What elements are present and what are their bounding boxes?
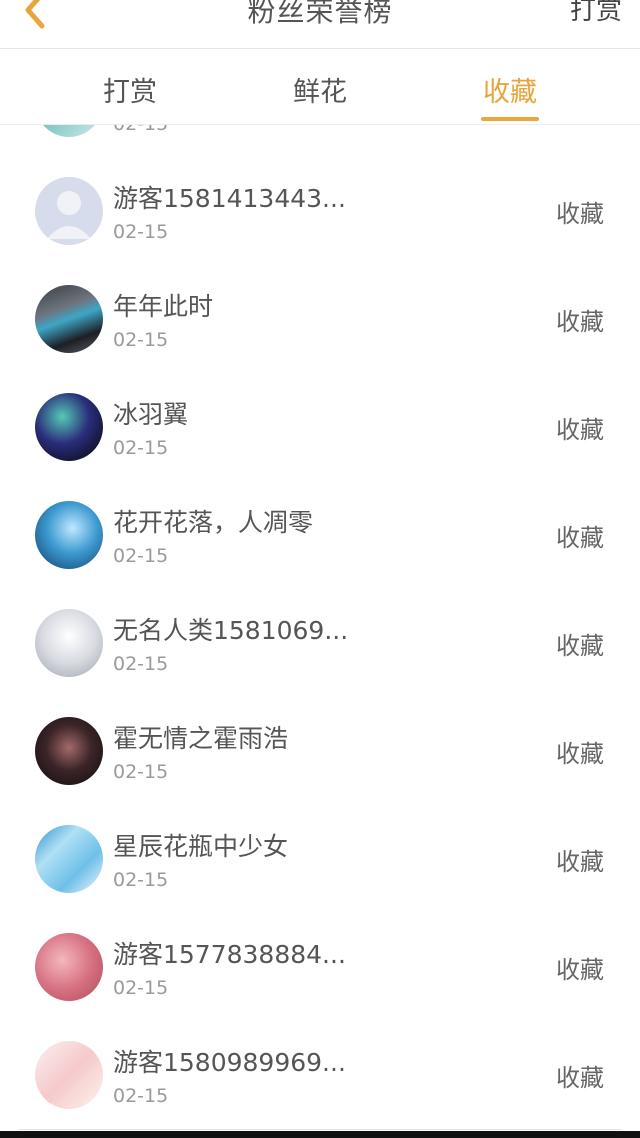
list-item[interactable]: 无名人类1581069... 02-15 收藏 <box>18 589 622 698</box>
item-action-label: 收藏 <box>556 200 604 228</box>
item-action-label: 收藏 <box>556 956 604 984</box>
user-name: 花开花落，人凋零 <box>113 508 314 537</box>
avatar <box>35 177 103 245</box>
fan-list[interactable]: 02-15 游客1581413443... 02-15 收藏 年年此时 02-1… <box>0 125 640 1131</box>
default-user-icon <box>47 191 91 239</box>
item-date: 02-15 <box>113 221 169 243</box>
item-action-label: 收藏 <box>556 740 604 768</box>
item-action-label: 收藏 <box>556 1064 604 1092</box>
list-item[interactable]: 游客1577838884... 02-15 收藏 <box>18 913 622 1022</box>
avatar <box>35 393 103 461</box>
item-action-label: 收藏 <box>556 308 604 336</box>
item-date: 02-15 <box>113 653 169 675</box>
item-action-label: 收藏 <box>556 848 604 876</box>
avatar <box>35 125 103 137</box>
user-name: 游客1581413443... <box>113 184 346 213</box>
header-bar: 粉丝荣誉榜 打赏 <box>0 0 640 49</box>
list-item[interactable]: 游客1581413443... 02-15 收藏 <box>18 157 622 266</box>
tab-flowers[interactable]: 鲜花 <box>260 70 380 109</box>
avatar <box>35 717 103 785</box>
item-date: 02-15 <box>113 1085 169 1107</box>
avatar <box>35 933 103 1001</box>
item-date: 02-15 <box>113 125 168 135</box>
list-item[interactable]: 霍无情之霍雨浩 02-15 收藏 <box>18 697 622 806</box>
tab-bar: 打赏 鲜花 收藏 <box>0 49 640 125</box>
tab-favorites[interactable]: 收藏 <box>450 70 570 109</box>
item-date: 02-15 <box>113 545 169 567</box>
item-action-label: 收藏 <box>556 632 604 660</box>
list-item[interactable]: 02-15 <box>18 125 622 158</box>
user-name: 霍无情之霍雨浩 <box>113 724 289 753</box>
tab-reward[interactable]: 打赏 <box>70 70 190 109</box>
page-title: 粉丝荣誉榜 <box>247 0 393 28</box>
list-item[interactable]: 星辰花瓶中少女 02-15 收藏 <box>18 805 622 914</box>
list-item[interactable]: 年年此时 02-15 收藏 <box>18 265 622 374</box>
user-name: 游客1580989969... <box>113 1048 346 1077</box>
item-date: 02-15 <box>113 869 169 891</box>
item-action-label: 收藏 <box>556 416 604 444</box>
item-date: 02-15 <box>113 977 169 999</box>
system-nav-bar <box>0 1131 640 1138</box>
user-name: 无名人类1581069... <box>113 616 349 645</box>
user-name: 游客1577838884... <box>113 940 346 969</box>
avatar <box>35 609 103 677</box>
reward-button[interactable]: 打赏 <box>570 0 622 27</box>
active-tab-indicator <box>481 117 539 121</box>
avatar <box>35 501 103 569</box>
avatar <box>35 285 103 353</box>
avatar <box>35 825 103 893</box>
item-date: 02-15 <box>113 329 169 351</box>
user-name: 冰羽翼 <box>113 400 189 429</box>
list-item[interactable]: 花开花落，人凋零 02-15 收藏 <box>18 481 622 590</box>
item-action-label: 收藏 <box>556 524 604 552</box>
item-date: 02-15 <box>113 761 169 783</box>
list-item[interactable]: 游客1580989969... 02-15 收藏 <box>18 1021 622 1130</box>
list-item[interactable]: 冰羽翼 02-15 收藏 <box>18 373 622 482</box>
user-name: 星辰花瓶中少女 <box>113 832 289 861</box>
user-name: 年年此时 <box>113 292 214 321</box>
item-date: 02-15 <box>113 437 169 459</box>
avatar <box>35 1041 103 1109</box>
